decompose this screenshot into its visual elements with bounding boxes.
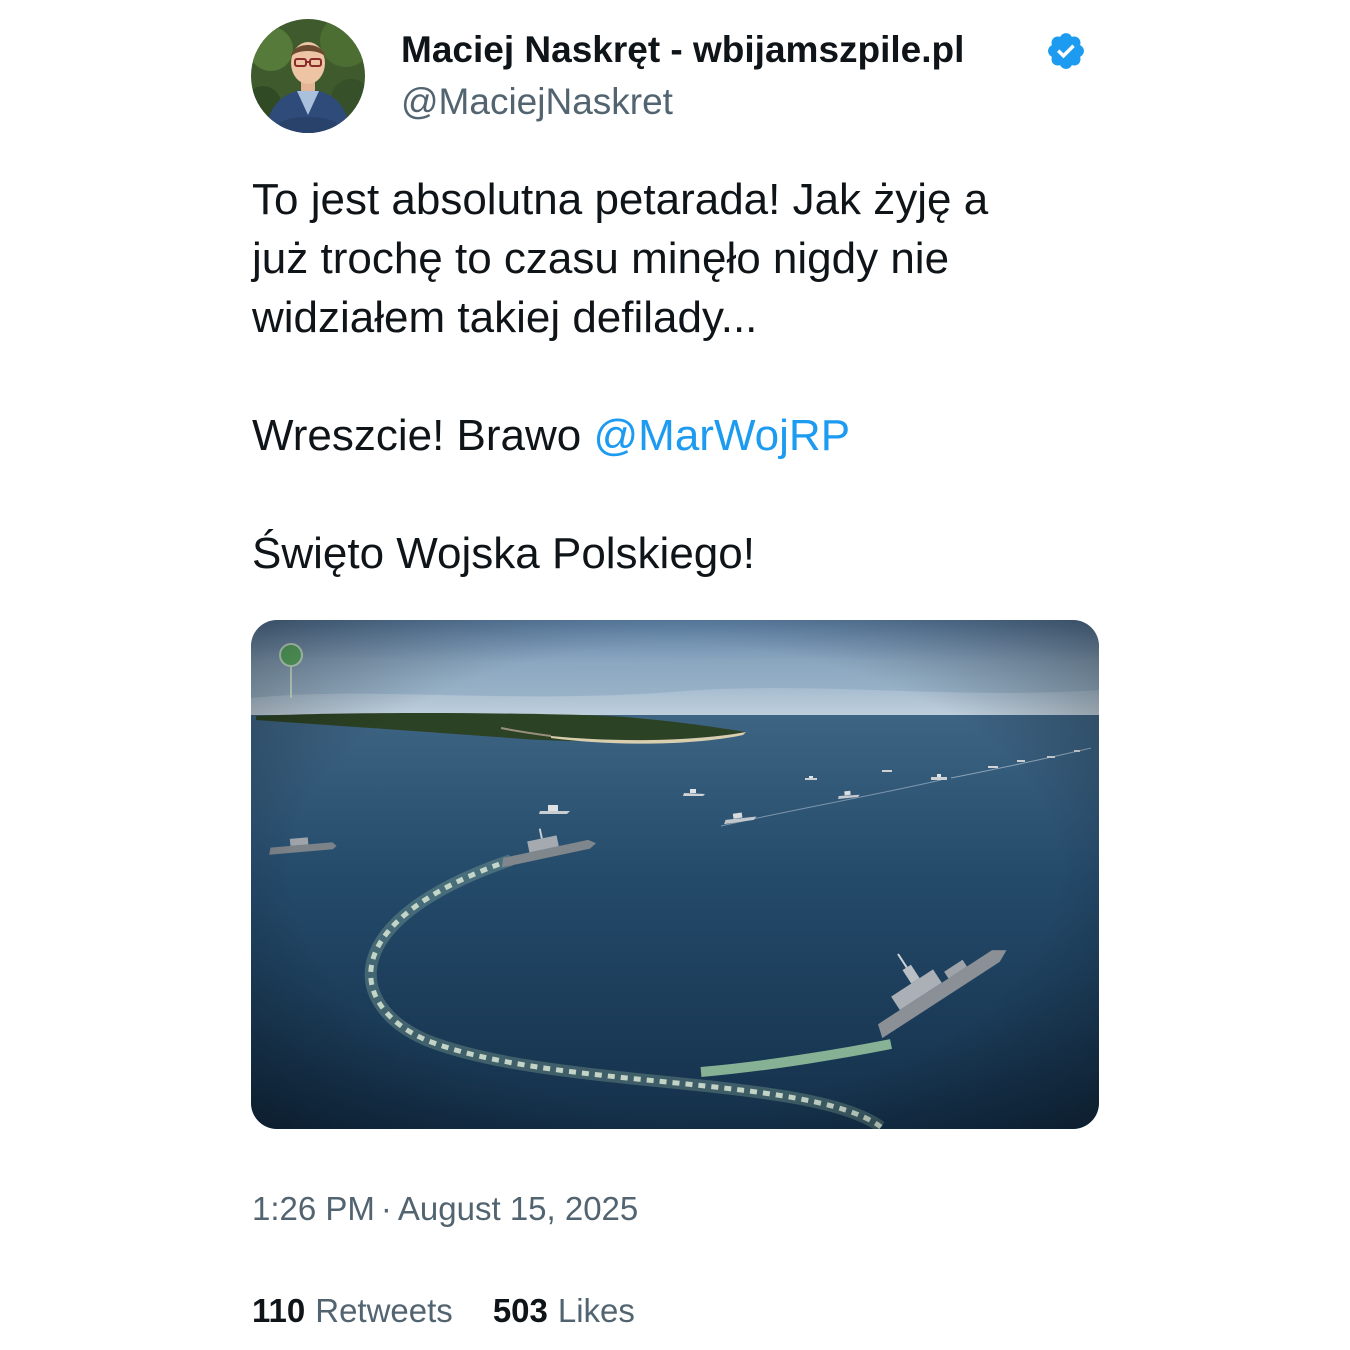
retweets-stat[interactable]: 110 Retweets	[252, 1290, 453, 1332]
mention-link[interactable]: @MarWojRP	[594, 411, 851, 460]
retweets-label: Retweets	[315, 1292, 453, 1329]
tweet-timestamp[interactable]: 1:26 PM · August 15, 2025	[252, 1188, 638, 1230]
tweet-line: już trochę to czasu minęło nigdy nie	[252, 234, 950, 283]
tweet-line: Wreszcie! Brawo @MarWojRP	[252, 406, 1112, 465]
tweet-line: To jest absolutna petarada! Jak żyję a	[252, 175, 989, 224]
tweet-stats: 110 Retweets 503 Likes	[252, 1290, 635, 1332]
verified-badge-icon	[1045, 30, 1087, 72]
naval-parade-photo	[251, 620, 1099, 1129]
retweets-count: 110	[252, 1292, 306, 1329]
likes-label: Likes	[557, 1292, 635, 1329]
author-display-name[interactable]: Maciej Naskręt - wbijamszpile.pl	[401, 26, 964, 74]
likes-count: 503	[492, 1292, 548, 1329]
avatar[interactable]	[251, 19, 365, 133]
likes-stat[interactable]: 503 Likes	[493, 1290, 635, 1332]
avatar-photo	[251, 19, 365, 133]
tweet-line: Święto Wojska Polskiego!	[252, 529, 755, 578]
tweet-line-prefix: Wreszcie! Brawo	[252, 411, 594, 460]
author-handle[interactable]: @MaciejNaskret	[401, 78, 673, 126]
timestamp-time: 1:26 PM	[252, 1190, 375, 1227]
timestamp-date: August 15, 2025	[397, 1190, 639, 1227]
tweet-media-photo[interactable]	[251, 620, 1099, 1129]
timestamp-separator: ·	[380, 1190, 392, 1227]
tweet-line: widziałem takiej defilady...	[252, 293, 758, 342]
tweet-text: To jest absolutna petarada! Jak żyję a j…	[252, 170, 1112, 583]
